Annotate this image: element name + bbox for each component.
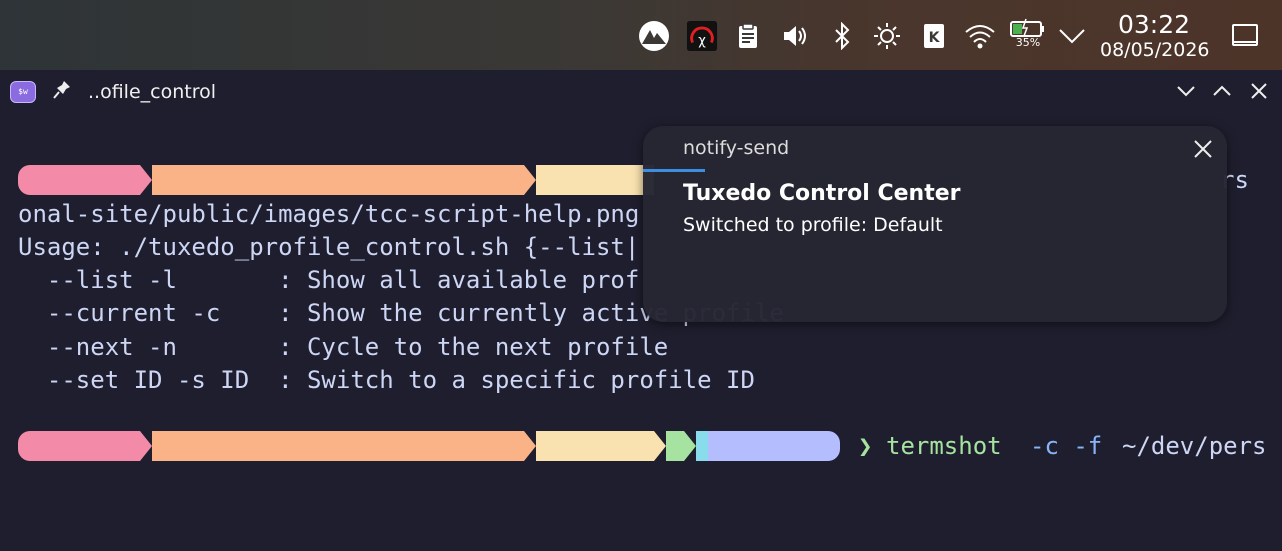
brightness-icon[interactable] (871, 18, 903, 54)
svg-text:χ: χ (698, 33, 706, 48)
output-line: --set ID -s ID : Switch to a specific pr… (18, 366, 755, 394)
command-name: termshot (886, 432, 1002, 460)
clipboard-icon[interactable] (732, 18, 764, 54)
notification-close-button[interactable] (1191, 137, 1215, 161)
battery-percent: 35% (1015, 36, 1041, 49)
arch-icon: ⋏ (28, 462, 43, 490)
prompt-branch-segment: ᚴ main (536, 165, 654, 254)
terminal-app-icon[interactable]: $w (10, 81, 36, 103)
notification-timeout-bar (643, 169, 705, 172)
output-line: --list -l : Show all available prof (18, 266, 640, 294)
tuxedo-control-center-icon[interactable]: χ (686, 18, 718, 54)
notification-title: Tuxedo Control Center (683, 181, 961, 206)
prompt-symbol: ❯ (858, 432, 873, 460)
svg-text:K: K (929, 30, 941, 46)
top-panel: χ K 35% 03:22 08/05/2026 (0, 0, 1282, 70)
command-argument: ~/dev/pers (1122, 432, 1267, 460)
prompt-separator (524, 165, 536, 195)
prompt-user-segment: ⋏ haze (18, 165, 140, 254)
wifi-icon[interactable] (964, 18, 996, 54)
prompt-time: 03:22 (758, 492, 831, 520)
minimize-button[interactable] (1173, 78, 1199, 104)
prompt-spacer-segment (666, 431, 684, 461)
output-line: Usage: ./tuxedo_profile_control.sh {--li… (18, 233, 640, 261)
prompt-path: …/tuxedo_profile_control (152, 462, 499, 490)
close-window-button[interactable] (1246, 78, 1272, 104)
clock-icon: ◷ (724, 462, 739, 490)
prompt-path-segment: …/tuxedo_profile_control (152, 431, 524, 490)
bluetooth-icon[interactable] (826, 18, 858, 54)
command-flags: -c -f (1030, 432, 1103, 460)
title-bar[interactable]: $w ..ofile_control (0, 70, 1282, 112)
prompt-separator (140, 431, 152, 461)
prompt-separator (654, 431, 666, 461)
prompt-line: ⋏ haze …/tuxedo_profile_control ᚴ main ◷… (18, 431, 1278, 520)
clock-time[interactable]: 03:22 (1100, 10, 1208, 39)
expand-tray-icon[interactable] (1056, 18, 1088, 54)
prompt-user: haze (60, 492, 118, 520)
prompt-separator (524, 431, 536, 461)
prompt-path-segment: …/tuxedo_profile_control (152, 165, 524, 224)
volume-icon[interactable] (779, 18, 811, 54)
pin-icon[interactable] (52, 79, 72, 106)
git-branch-icon: ᚴ (544, 462, 559, 490)
prompt-separator (140, 165, 152, 195)
notification-app-name: notify-send (683, 137, 790, 159)
prompt-branch-segment: ᚴ main (536, 431, 654, 520)
output-line: --next -n : Cycle to the next profile (18, 333, 669, 361)
prompt-user-segment: ⋏ haze (18, 431, 140, 520)
output-line: onal-site/public/images/tcc-script-help.… (18, 200, 640, 228)
prompt-branch: main (576, 492, 634, 520)
notification-body: Switched to profile: Default (683, 214, 943, 236)
clock-date[interactable]: 08/05/2026 (1100, 39, 1210, 61)
window-title: ..ofile_control (88, 81, 216, 103)
notification-popup[interactable]: notify-send Tuxedo Control Center Switch… (643, 126, 1227, 322)
prompt-separator (684, 431, 696, 461)
kde-connect-icon[interactable]: K (918, 18, 950, 54)
show-desktop-icon[interactable] (1229, 18, 1261, 54)
prompt-time-segment: ◷ 03:22 (708, 431, 840, 520)
maximize-button[interactable] (1209, 78, 1235, 104)
battery-icon[interactable]: 35% (1009, 16, 1047, 56)
nordvpn-icon[interactable] (638, 18, 670, 54)
